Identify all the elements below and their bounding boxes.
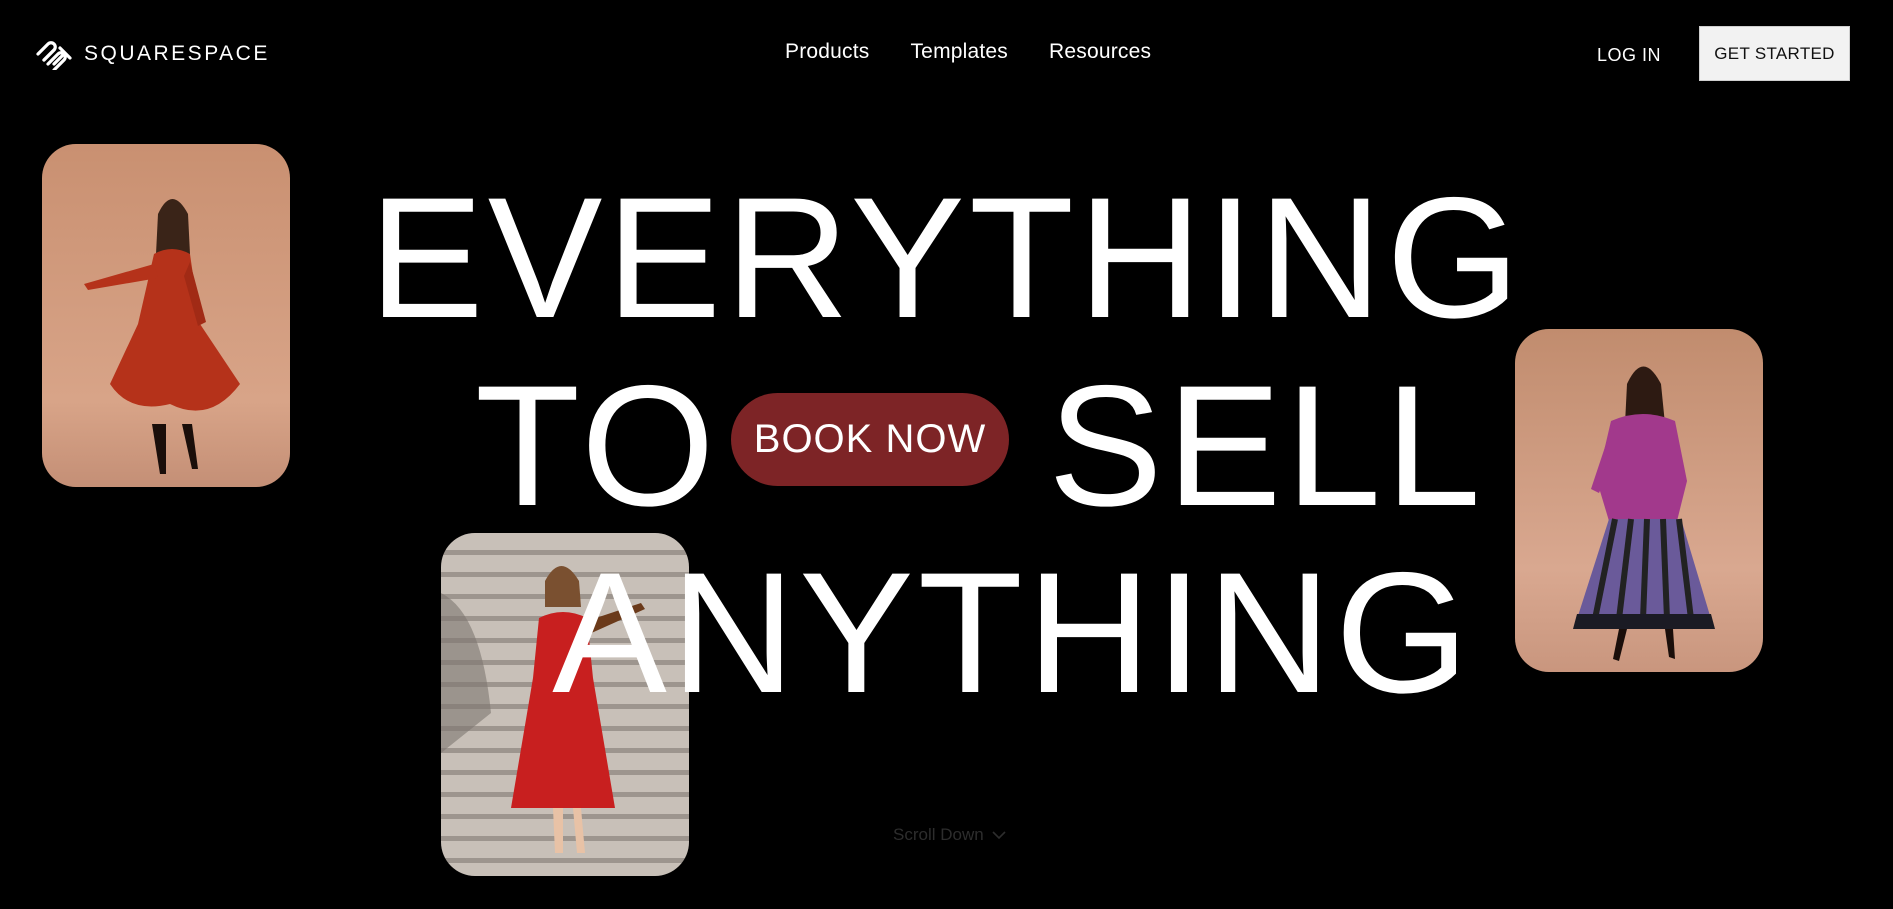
nav-products[interactable]: Products [785,40,869,64]
nav-resources[interactable]: Resources [1049,40,1151,64]
headline-word-to: TO [475,350,719,542]
get-started-button[interactable]: GET STARTED [1699,26,1850,81]
chevron-down-icon [992,831,1006,840]
landing-page: SQUARESPACE Products Templates Resources… [0,0,1893,909]
headline-line-3: ANYTHING [552,537,1473,729]
scroll-down-label: Scroll Down [893,825,984,844]
headline-line-1: EVERYTHING [368,162,1525,354]
main-nav: Products Templates Resources [785,40,1151,64]
nav-templates[interactable]: Templates [910,40,1008,64]
scroll-down-link[interactable]: Scroll Down [893,825,1006,845]
book-now-button[interactable]: BOOK NOW [731,393,1009,486]
brand-name: SQUARESPACE [84,42,270,65]
login-link[interactable]: LOG IN [1597,45,1661,66]
brand-logo[interactable]: SQUARESPACE [34,38,270,70]
squarespace-logo-icon [36,41,72,70]
headline-word-sell: SELL [1048,350,1485,542]
